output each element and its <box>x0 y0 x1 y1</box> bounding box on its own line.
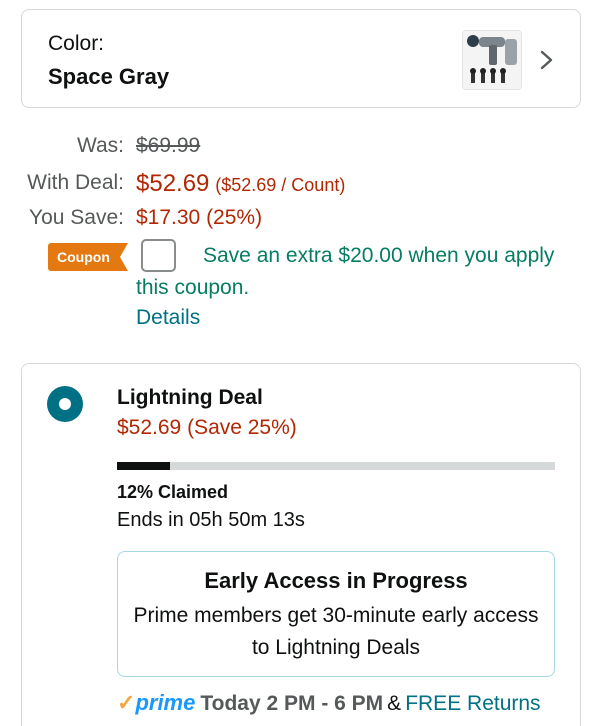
claimed-progress-fill <box>117 462 170 470</box>
per-count-price: ($52.69 / Count) <box>215 175 346 195</box>
was-price: $69.99 <box>136 134 201 157</box>
radio-selected-dot <box>59 398 71 410</box>
prime-delivery-row: ✓prime Today 2 PM - 6 PM & FREE Returns <box>117 690 541 716</box>
product-thumbnail <box>462 30 522 90</box>
early-access-body: Prime members get 30-minute early access… <box>133 604 539 659</box>
color-label: Color: <box>48 32 105 55</box>
deal-price-group: $52.69 ($52.69 / Count) <box>136 170 345 198</box>
deal-countdown: Ends in 05h 50m 13s <box>117 509 305 531</box>
ampersand: & <box>387 692 402 715</box>
coupon-details-link[interactable]: Details <box>136 306 200 330</box>
deal-label: With Deal: <box>27 171 124 194</box>
lightning-deal-card[interactable]: Lightning Deal $52.69 (Save 25%) 12% Cla… <box>21 363 581 726</box>
free-returns-link[interactable]: FREE Returns <box>405 692 540 715</box>
early-access-title: Early Access in Progress <box>204 568 468 593</box>
early-access-box: Early Access in Progress Prime members g… <box>117 551 555 677</box>
chevron-right-icon <box>540 50 553 70</box>
deal-price: $52.69 <box>136 170 210 197</box>
color-selector-card[interactable]: Color: Space Gray <box>21 9 581 108</box>
deal-radio-button[interactable] <box>47 386 83 422</box>
claimed-progress-bar <box>117 462 555 470</box>
claimed-text: 12% Claimed <box>117 482 229 502</box>
prime-check-icon: ✓ <box>117 690 136 715</box>
coupon-text: Save an extra $20.00 when you apply this… <box>136 244 555 299</box>
was-label: Was: <box>76 134 124 157</box>
deal-title: Lightning Deal <box>117 386 263 409</box>
deal-price-text: $52.69 (Save 25%) <box>117 416 297 439</box>
color-value: Space Gray <box>48 64 170 89</box>
save-label: You Save: <box>29 206 124 229</box>
delivery-window: Today 2 PM - 6 PM <box>200 692 384 715</box>
coupon-badge: Coupon <box>48 243 128 271</box>
coupon-checkbox[interactable] <box>141 239 176 272</box>
prime-logo: prime <box>135 690 196 715</box>
save-value: $17.30 (25%) <box>136 206 263 229</box>
